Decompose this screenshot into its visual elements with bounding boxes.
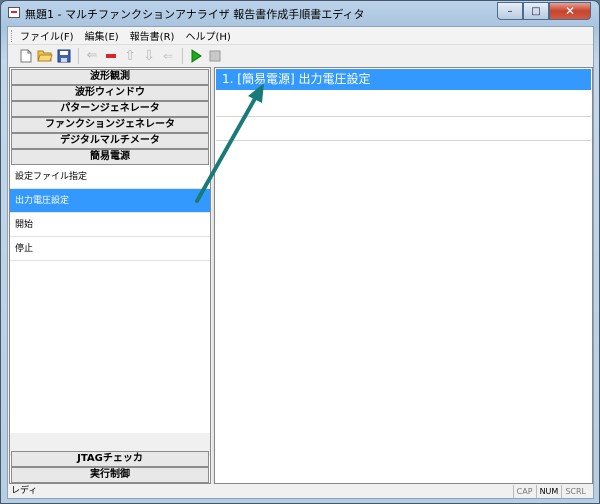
indicator-num: NUM xyxy=(535,485,562,498)
close-button[interactable]: ✕ xyxy=(549,2,591,20)
status-bar: レディ CAP NUM SCRL xyxy=(8,485,593,498)
menu-report[interactable]: 報告書(R) xyxy=(130,28,175,43)
list-item-output-voltage[interactable]: 出力電圧設定 xyxy=(10,189,210,213)
move-down-icon[interactable]: ⇩ xyxy=(141,48,157,64)
indicator-scrl: SCRL xyxy=(561,485,589,498)
maximize-button[interactable]: □ xyxy=(523,2,549,20)
category-simple-power-supply[interactable]: 簡易電源 xyxy=(11,149,209,165)
open-folder-icon[interactable] xyxy=(37,48,53,64)
category-waveform-window[interactable]: 波形ウィンドウ xyxy=(11,85,209,101)
save-icon[interactable] xyxy=(56,48,72,64)
disabled-icon[interactable]: ⇐ xyxy=(160,48,176,64)
row-divider xyxy=(216,140,591,141)
title-bar[interactable]: 無題1 - マルチファンクションアナライザ 報告書作成手順書エディタ – □ ✕ xyxy=(1,1,599,25)
category-jtag-checker[interactable]: JTAGチェッカ xyxy=(11,451,209,467)
list-item-settings-file[interactable]: 設定ファイル指定 xyxy=(10,165,210,189)
move-up-icon[interactable]: ⇧ xyxy=(122,48,138,64)
status-indicators: CAP NUM SCRL xyxy=(512,485,589,498)
delete-icon[interactable] xyxy=(103,48,119,64)
list-item-stop[interactable]: 停止 xyxy=(10,237,210,261)
menubar-grip-icon[interactable] xyxy=(11,30,14,42)
run-icon[interactable] xyxy=(188,48,204,64)
category-execution-control[interactable]: 実行制御 xyxy=(11,467,209,483)
insert-glyph: ⇐ xyxy=(86,48,98,63)
move-up-glyph: ⇧ xyxy=(124,47,136,64)
window-title: 無題1 - マルチファンクションアナライザ 報告書作成手順書エディタ xyxy=(25,8,365,21)
app-document-icon[interactable] xyxy=(8,7,20,18)
client-area: ファイル(F) 編集(E) 報告書(R) ヘルプ(H) ⇐ ⇧ ⇩ ⇐ 波形観測… xyxy=(7,26,594,499)
app-window: 無題1 - マルチファンクションアナライザ 報告書作成手順書エディタ – □ ✕… xyxy=(0,0,600,504)
status-text: レディ xyxy=(11,486,38,496)
move-down-glyph: ⇩ xyxy=(143,47,155,64)
menu-bar: ファイル(F) 編集(E) 報告書(R) ヘルプ(H) xyxy=(8,27,593,44)
insert-icon[interactable]: ⇐ xyxy=(84,48,100,64)
menu-help[interactable]: ヘルプ(H) xyxy=(185,28,230,43)
category-panel: 波形観測 波形ウィンドウ パターンジェネレータ ファンクションジェネレータ デジ… xyxy=(9,67,211,484)
category-pattern-generator[interactable]: パターンジェネレータ xyxy=(11,101,209,117)
stop-icon[interactable] xyxy=(207,48,223,64)
caption-buttons: – □ ✕ xyxy=(497,2,591,20)
menu-edit[interactable]: 編集(E) xyxy=(85,28,119,43)
procedure-step-row[interactable]: 1. [簡易電源] 出力電圧設定 xyxy=(216,69,591,90)
toolbar-separator xyxy=(182,47,183,64)
minimize-button[interactable]: – xyxy=(497,2,523,20)
menu-file[interactable]: ファイル(F) xyxy=(20,28,74,43)
indicator-cap: CAP xyxy=(512,485,536,498)
toolbar: ⇐ ⇧ ⇩ ⇐ xyxy=(8,44,593,66)
toolbar-separator xyxy=(78,47,79,64)
disabled-glyph: ⇐ xyxy=(162,48,174,63)
category-panel-bottom: JTAGチェッカ 実行制御 xyxy=(10,451,210,483)
procedure-list: 1. [簡易電源] 出力電圧設定 xyxy=(214,67,593,484)
category-function-generator[interactable]: ファンクションジェネレータ xyxy=(11,117,209,133)
row-divider xyxy=(216,116,591,117)
new-icon[interactable] xyxy=(18,48,34,64)
category-digital-multimeter[interactable]: デジタルマルチメータ xyxy=(11,133,209,149)
list-item-start[interactable]: 開始 xyxy=(10,213,210,237)
category-waveform-observation[interactable]: 波形観測 xyxy=(11,69,209,85)
